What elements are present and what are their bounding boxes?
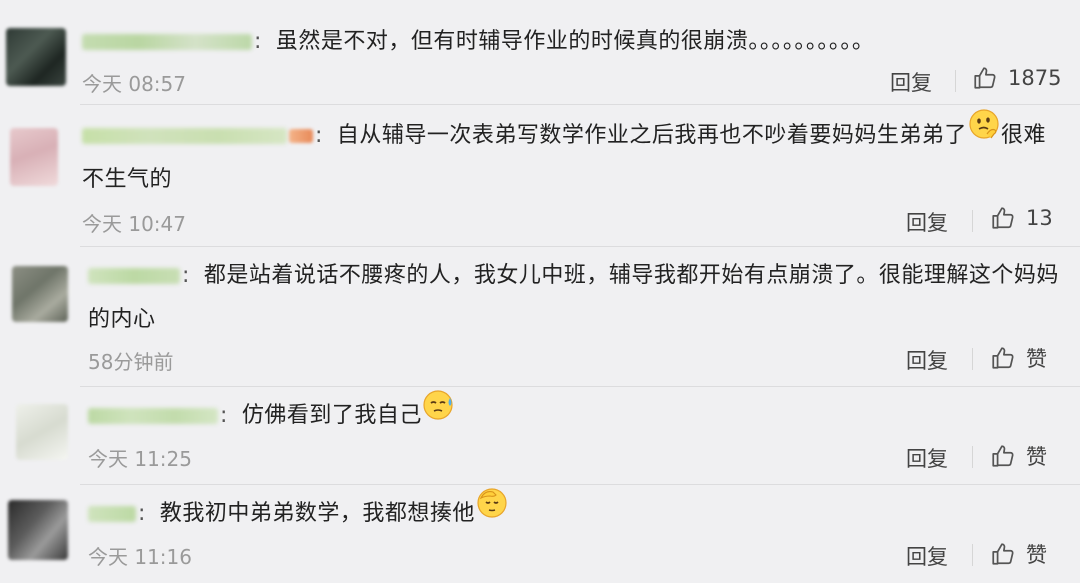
like-count: 13 (1026, 206, 1053, 230)
divider-vertical (972, 446, 973, 468)
thinking-face-icon (967, 108, 1001, 158)
reply-button[interactable]: 回复 (906, 443, 948, 473)
thumbs-up-icon (974, 67, 996, 89)
comment-body: : 都是站着说话不腰疼的人，我女儿中班，辅导我都开始有点崩溃了。很能理解这个妈妈 (88, 254, 1068, 298)
reply-button[interactable]: 回复 (906, 541, 948, 571)
colon: : (220, 403, 228, 428)
reply-button[interactable]: 回复 (890, 67, 932, 97)
like-button[interactable]: 赞 (990, 539, 1047, 569)
comment-body: : 虽然是不对，但有时辅导作业的时候真的很崩溃。。。。。。。。。。 (82, 20, 874, 64)
username-blurred[interactable] (82, 128, 287, 144)
comment-time: 今天 11:16 (88, 545, 192, 569)
comment-text-line2: 的内心 (88, 307, 156, 332)
comment-body: : 自从辅导一次表弟写数学作业之后我再也不吵着要妈妈生弟弟了 很难 (82, 109, 1062, 158)
like-button[interactable]: 13 (990, 205, 1053, 231)
colon: : (138, 501, 146, 526)
colon: : (254, 29, 262, 54)
comment-time: 今天 10:47 (82, 212, 186, 236)
comment-text: 虽然是不对，但有时辅导作业的时候真的很崩溃。。。。。。。。。。 (275, 29, 875, 54)
comment-divider (80, 246, 1080, 247)
comment-text: 自从辅导一次表弟写数学作业之后我再也不吵着要妈妈生弟弟了 (336, 123, 967, 148)
sweat-face-icon (422, 388, 456, 438)
like-button[interactable]: 赞 (990, 343, 1047, 373)
comment-time: 今天 11:25 (88, 447, 192, 471)
comment-time: 今天 08:57 (82, 72, 186, 96)
like-button[interactable]: 1875 (972, 65, 1061, 91)
divider-vertical (972, 544, 973, 566)
comment-divider (80, 386, 1080, 387)
comment-text: 仿佛看到了我自己 (241, 403, 422, 428)
avatar[interactable] (12, 266, 68, 322)
username-blurred[interactable] (88, 268, 180, 284)
facepalm-face-icon (475, 486, 509, 536)
username-blurred[interactable] (82, 34, 252, 50)
like-count: 赞 (1026, 543, 1047, 567)
like-count: 赞 (1026, 445, 1047, 469)
reply-button[interactable]: 回复 (906, 345, 948, 375)
avatar[interactable] (16, 404, 68, 460)
thumbs-up-icon (992, 347, 1014, 369)
username-blurred[interactable] (88, 408, 218, 424)
reply-button[interactable]: 回复 (906, 207, 948, 237)
thumbs-up-icon (992, 445, 1014, 467)
divider-vertical (972, 348, 973, 370)
comment-divider (80, 104, 1080, 105)
comment-body: : 仿佛看到了我自己 (88, 390, 456, 438)
divider-vertical (972, 210, 973, 232)
avatar[interactable] (6, 28, 66, 86)
like-count: 赞 (1026, 347, 1047, 371)
divider-vertical (955, 70, 956, 92)
comment-text-line2: 不生气的 (82, 167, 173, 192)
comment-text: 都是站着说话不腰疼的人，我女儿中班，辅导我都开始有点崩溃了。很能理解这个妈妈 (203, 263, 1059, 288)
thumbs-up-icon (992, 543, 1014, 565)
like-count: 1875 (1008, 66, 1062, 90)
thumbs-up-icon (992, 207, 1014, 229)
comment-text-continued: 很难 (1000, 123, 1046, 148)
avatar[interactable] (10, 128, 58, 186)
comment-divider (80, 484, 1080, 485)
comment-body: : 教我初中弟弟数学，我都想揍他 (88, 488, 509, 536)
username-blurred[interactable] (88, 506, 136, 522)
avatar[interactable] (8, 500, 68, 560)
comment-time: 58分钟前 (88, 350, 174, 374)
username-badge (289, 129, 313, 143)
colon: : (182, 263, 190, 288)
comment-text: 教我初中弟弟数学，我都想揍他 (159, 501, 475, 526)
colon: : (315, 123, 323, 148)
like-button[interactable]: 赞 (990, 441, 1047, 471)
